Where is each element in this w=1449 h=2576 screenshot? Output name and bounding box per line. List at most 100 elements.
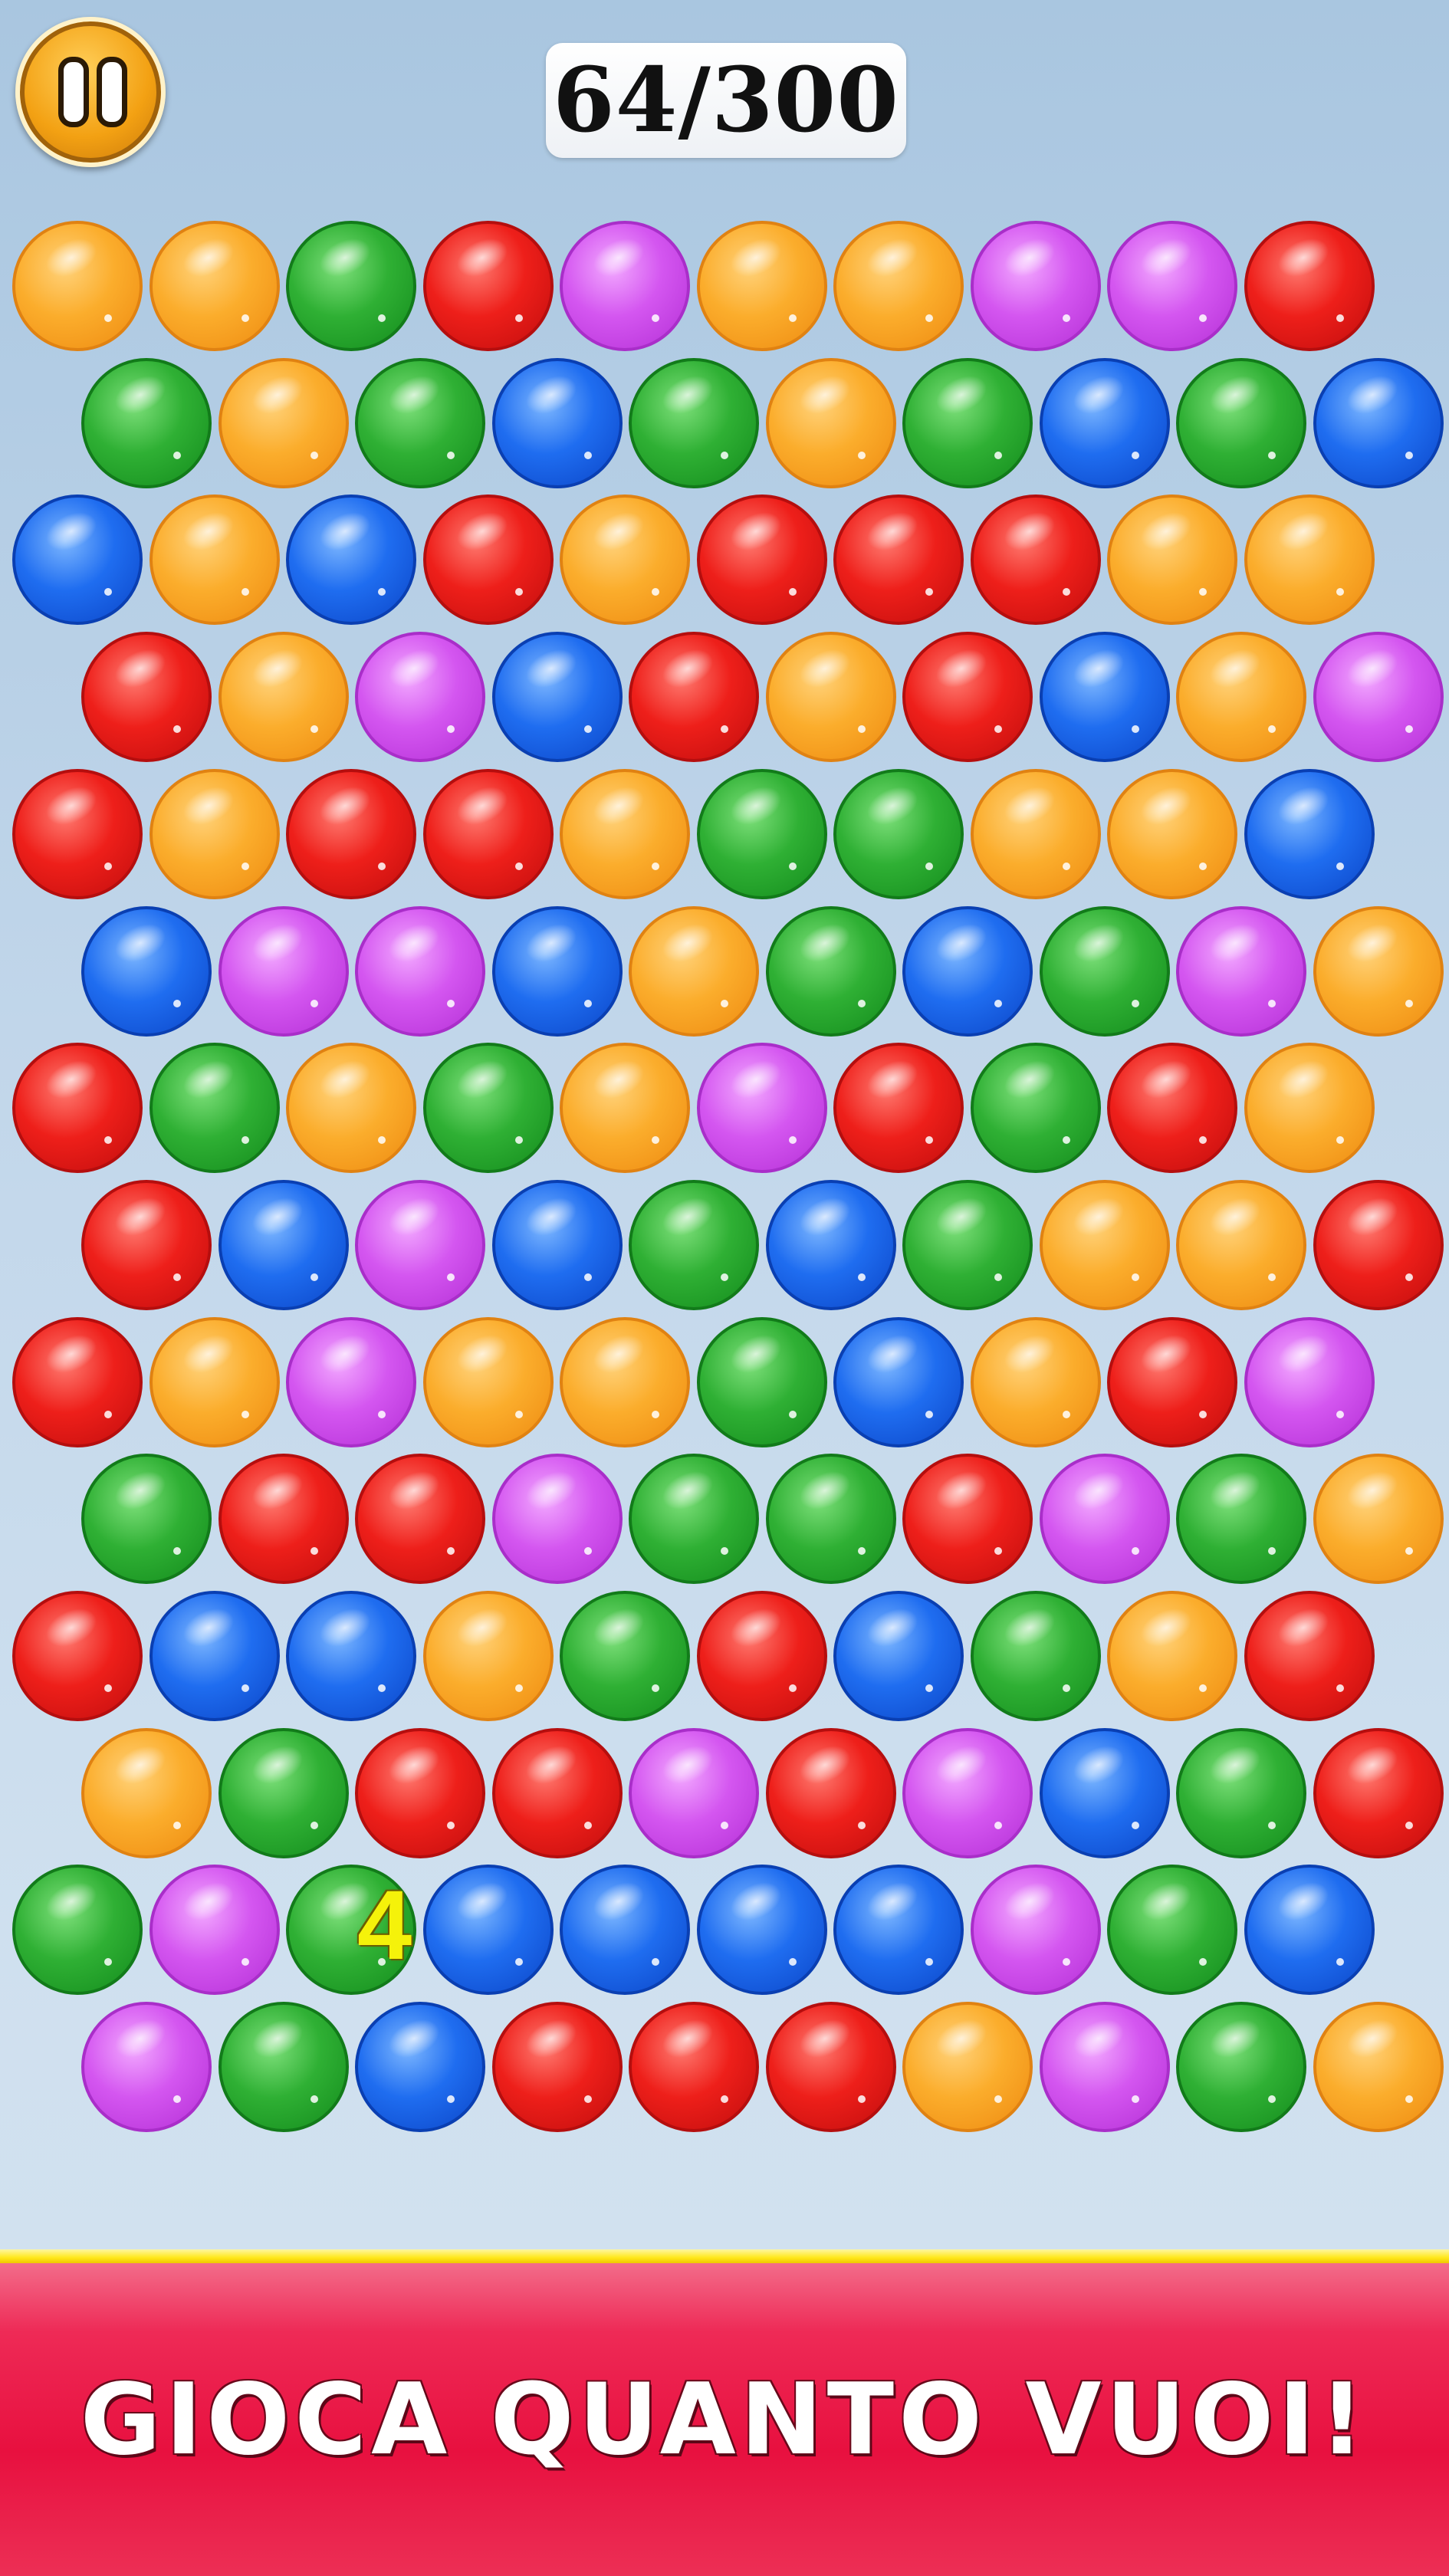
bubble-green[interactable] (218, 1727, 349, 1858)
bubble-red[interactable] (12, 1043, 143, 1174)
bubble-green[interactable] (765, 905, 896, 1037)
bubble-orange[interactable] (629, 905, 759, 1037)
bubble-red[interactable] (81, 1179, 212, 1310)
bubble-blue[interactable] (833, 1865, 964, 1996)
bubble-red[interactable] (286, 768, 416, 899)
bubble-blue[interactable] (902, 905, 1033, 1037)
bubble-orange[interactable] (833, 221, 964, 351)
bubble-green[interactable] (355, 357, 485, 488)
bubble-red[interactable] (81, 632, 212, 763)
bubble-red[interactable] (491, 2002, 623, 2133)
bubble-purple[interactable] (1039, 1454, 1170, 1585)
bubble-blue[interactable] (81, 905, 212, 1037)
bubble-green[interactable] (422, 1043, 554, 1174)
bubble-green[interactable] (1176, 2002, 1306, 2133)
bubble-green[interactable] (765, 1454, 896, 1585)
bubble-red[interactable] (1244, 1591, 1375, 1721)
bubble-red[interactable] (422, 768, 554, 899)
bubble-orange[interactable] (422, 1591, 554, 1721)
bubble-orange[interactable] (12, 221, 143, 351)
bubble-red[interactable] (902, 1454, 1033, 1585)
bubble-orange[interactable] (696, 221, 827, 351)
bubble-orange[interactable] (1176, 1179, 1306, 1310)
bubble-purple[interactable] (1107, 221, 1237, 351)
bubble-green[interactable] (629, 1454, 759, 1585)
bubble-orange[interactable] (422, 1316, 554, 1447)
bubble-red[interactable] (902, 632, 1033, 763)
bubble-red[interactable] (970, 495, 1101, 626)
bubble-green[interactable] (81, 357, 212, 488)
bubble-red[interactable] (491, 1727, 623, 1858)
bubble-orange[interactable] (1313, 905, 1444, 1037)
bubble-purple[interactable] (902, 1727, 1033, 1858)
bubble-red[interactable] (12, 1591, 143, 1721)
bubble-green[interactable] (1107, 1865, 1237, 1996)
bubble-red[interactable] (629, 632, 759, 763)
bubble-red[interactable] (765, 2002, 896, 2133)
bubble-green[interactable] (696, 1316, 827, 1447)
bubble-blue[interactable] (696, 1865, 827, 1996)
bubble-blue[interactable] (491, 1179, 623, 1310)
bubble-red[interactable] (696, 495, 827, 626)
bubble-purple[interactable] (1244, 1316, 1375, 1447)
bubble-orange[interactable] (1313, 2002, 1444, 2133)
bubble-orange[interactable] (970, 1316, 1101, 1447)
bubble-orange[interactable] (560, 495, 690, 626)
bubble-orange[interactable] (970, 768, 1101, 899)
bubble-green[interactable] (833, 768, 964, 899)
bubble-orange[interactable] (1313, 1454, 1444, 1585)
bubble-green[interactable] (902, 357, 1033, 488)
bubble-orange[interactable] (1244, 1043, 1375, 1174)
bubble-green[interactable] (629, 1179, 759, 1310)
bubble-red[interactable] (1107, 1043, 1237, 1174)
bubble-red[interactable] (696, 1591, 827, 1721)
bubble-orange[interactable] (902, 2002, 1033, 2133)
bubble-orange[interactable] (286, 1043, 416, 1174)
bubble-blue[interactable] (491, 632, 623, 763)
bubble-blue[interactable] (833, 1591, 964, 1721)
bubble-blue[interactable] (1039, 1727, 1170, 1858)
bubble-blue[interactable] (1039, 632, 1170, 763)
bubble-orange[interactable] (1107, 768, 1237, 899)
bubble-red[interactable] (355, 1454, 485, 1585)
bubble-orange[interactable] (1039, 1179, 1170, 1310)
bubble-orange[interactable] (560, 1043, 690, 1174)
bubble-orange[interactable] (560, 768, 690, 899)
bubble-red[interactable] (422, 495, 554, 626)
bubble-orange[interactable] (1244, 495, 1375, 626)
bubble-purple[interactable] (1176, 905, 1306, 1037)
bubble-blue[interactable] (218, 1179, 349, 1310)
bubble-purple[interactable] (1039, 2002, 1170, 2133)
bubble-red[interactable] (1313, 1727, 1444, 1858)
bubble-orange[interactable] (149, 221, 280, 351)
bubble-purple[interactable] (286, 1316, 416, 1447)
bubble-orange[interactable] (765, 632, 896, 763)
bubble-purple[interactable] (629, 1727, 759, 1858)
bubble-purple[interactable] (560, 221, 690, 351)
bubble-red[interactable] (833, 495, 964, 626)
bubble-green[interactable] (902, 1179, 1033, 1310)
bubble-purple[interactable] (970, 1865, 1101, 1996)
bubble-purple[interactable] (81, 2002, 212, 2133)
bubble-green[interactable] (218, 2002, 349, 2133)
bubble-orange[interactable] (81, 1727, 212, 1858)
bubble-purple[interactable] (696, 1043, 827, 1174)
bubble-purple[interactable] (218, 905, 349, 1037)
bubble-blue[interactable] (1244, 768, 1375, 899)
bubble-orange[interactable] (560, 1316, 690, 1447)
bubble-blue[interactable] (422, 1865, 554, 1996)
bubble-red[interactable] (765, 1727, 896, 1858)
bubble-blue[interactable] (12, 495, 143, 626)
bubble-orange[interactable] (149, 1316, 280, 1447)
bubble-orange[interactable] (1176, 632, 1306, 763)
bubble-blue[interactable] (833, 1316, 964, 1447)
bubble-orange[interactable] (1107, 495, 1237, 626)
bubble-green[interactable] (1176, 357, 1306, 488)
bubble-purple[interactable] (149, 1865, 280, 1996)
bubble-red[interactable] (1313, 1179, 1444, 1310)
bubble-green[interactable] (286, 221, 416, 351)
bubble-blue[interactable] (286, 495, 416, 626)
bubble-blue[interactable] (765, 1179, 896, 1310)
bubble-green[interactable] (12, 1865, 143, 1996)
bubble-blue[interactable] (355, 2002, 485, 2133)
